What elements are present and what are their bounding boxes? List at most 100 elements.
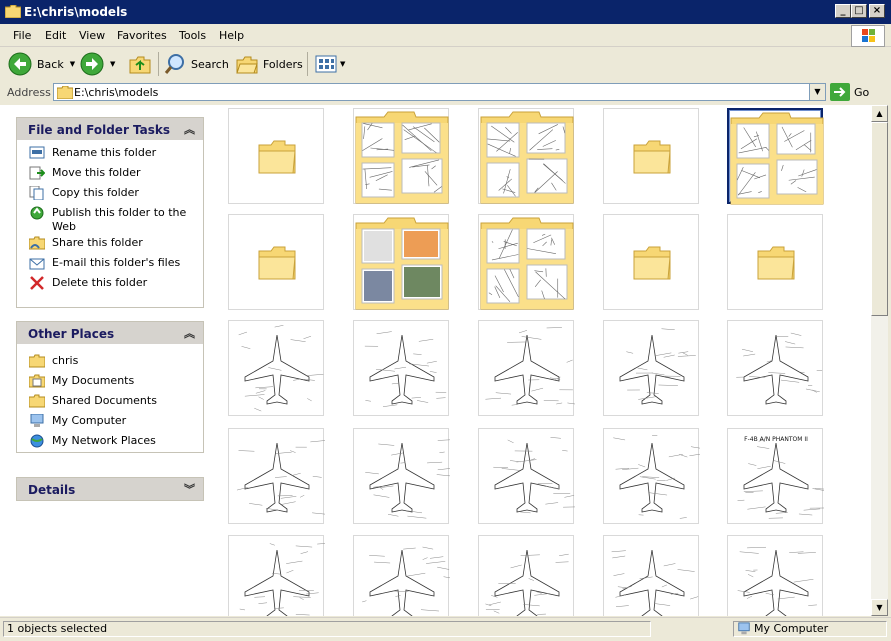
expand-icon[interactable]: ︾ [184, 481, 195, 497]
go-arrow-icon [830, 83, 850, 101]
address-input[interactable]: E:\chris\models ▼ [53, 83, 826, 101]
back-label: Back [37, 58, 64, 71]
technical-drawing-icon [354, 429, 450, 525]
details-header[interactable]: Details ︾ [17, 478, 203, 500]
views-dropdown-icon[interactable]: ▼ [340, 60, 345, 68]
technical-drawing-icon [604, 536, 700, 616]
folder-thumbnail[interactable] [353, 108, 449, 204]
place-label: chris [52, 354, 78, 367]
back-button[interactable]: Back ▼ [8, 47, 75, 81]
drawing-thumbnail[interactable] [353, 428, 449, 524]
scroll-down-button[interactable]: ▼ [871, 599, 888, 616]
menu-edit[interactable]: Edit [45, 29, 66, 42]
drawing-thumbnail[interactable] [228, 320, 324, 416]
task-share-folder[interactable]: Share this folder [17, 236, 203, 256]
title-bar[interactable]: E:\chris\models _ □ × [0, 0, 891, 24]
technical-drawing-icon [229, 321, 325, 417]
task-email-files[interactable]: E-mail this folder's files [17, 256, 203, 276]
drawing-thumbnail[interactable]: F-4B A/N PHANTOM II [727, 428, 823, 524]
technical-drawing-icon [354, 536, 450, 616]
task-rename-folder[interactable]: Rename this folder [17, 146, 203, 166]
views-button[interactable]: ▼ [314, 47, 345, 81]
up-folder-button[interactable] [128, 47, 152, 81]
folder-thumbnail[interactable] [603, 108, 699, 204]
technical-drawing-icon [604, 429, 700, 525]
place-chris[interactable]: chris [17, 354, 203, 374]
folders-icon [235, 52, 259, 76]
minimize-button[interactable]: _ [835, 4, 851, 18]
thumbnail-grid: F-4B A/N PHANTOM II [215, 105, 871, 616]
drawing-thumbnail[interactable] [727, 535, 823, 616]
folder-thumbnail[interactable] [478, 214, 574, 310]
drawing-thumbnail[interactable] [603, 428, 699, 524]
folder-icon [29, 394, 45, 408]
my-documents-icon [29, 374, 45, 388]
place-network-places[interactable]: My Network Places [17, 434, 203, 454]
drawing-thumbnail[interactable] [603, 320, 699, 416]
drawing-thumbnail[interactable] [603, 535, 699, 616]
drawing-thumbnail[interactable] [478, 320, 574, 416]
folder-icon [229, 109, 325, 205]
drawing-thumbnail[interactable] [228, 535, 324, 616]
folder-thumbnail[interactable] [478, 108, 574, 204]
menu-favorites[interactable]: Favorites [117, 29, 167, 42]
drawing-thumbnail[interactable] [353, 320, 449, 416]
back-dropdown-icon[interactable]: ▼ [70, 60, 75, 68]
forward-arrow-icon [80, 52, 104, 76]
menu-bar: File Edit View Favorites Tools Help [0, 24, 891, 47]
task-label: Share this folder [52, 236, 143, 249]
place-shared-documents[interactable]: Shared Documents [17, 394, 203, 414]
task-delete-folder[interactable]: Delete this folder [17, 276, 203, 296]
drawing-thumbnail[interactable] [353, 535, 449, 616]
address-dropdown-button[interactable]: ▼ [809, 84, 825, 100]
task-label: Copy this folder [52, 186, 139, 199]
place-my-computer[interactable]: My Computer [17, 414, 203, 434]
folder-thumbnail[interactable] [228, 108, 324, 204]
drawing-thumbnail[interactable] [478, 535, 574, 616]
task-move-folder[interactable]: Move this folder [17, 166, 203, 186]
technical-drawing-icon [229, 429, 325, 525]
up-folder-icon [128, 52, 152, 76]
search-button[interactable]: Search [163, 47, 229, 81]
menu-view[interactable]: View [79, 29, 105, 42]
folder-thumbnail[interactable] [727, 108, 823, 204]
task-copy-folder[interactable]: Copy this folder [17, 186, 203, 206]
folder-thumbnail[interactable] [603, 214, 699, 310]
folder-thumbnail[interactable] [353, 214, 449, 310]
technical-drawing-icon [354, 321, 450, 417]
folder-thumbnail[interactable] [727, 214, 823, 310]
vertical-scrollbar[interactable]: ▲ ▼ [871, 105, 888, 616]
folder-thumbnail[interactable] [228, 214, 324, 310]
task-pane: File and Folder Tasks ︽ Rename this fold… [0, 105, 215, 616]
folder-preview-icon [729, 110, 825, 206]
folder-preview-icon [354, 215, 450, 311]
forward-dropdown-icon[interactable]: ▼ [110, 60, 115, 68]
collapse-icon[interactable]: ︽ [184, 121, 195, 137]
place-label: Shared Documents [52, 394, 157, 407]
menu-help[interactable]: Help [219, 29, 244, 42]
drawing-thumbnail[interactable] [727, 320, 823, 416]
other-places-header[interactable]: Other Places ︽ [17, 322, 203, 344]
menu-tools[interactable]: Tools [179, 29, 206, 42]
scroll-up-button[interactable]: ▲ [871, 105, 888, 122]
file-folder-tasks-header[interactable]: File and Folder Tasks ︽ [17, 118, 203, 140]
drawing-thumbnail[interactable] [478, 428, 574, 524]
technical-drawing-icon [229, 536, 325, 616]
drawing-thumbnail[interactable] [228, 428, 324, 524]
panel-title: Other Places [28, 327, 114, 341]
menu-file[interactable]: File [13, 29, 31, 42]
place-my-documents[interactable]: My Documents [17, 374, 203, 394]
forward-button[interactable]: ▼ [80, 47, 115, 81]
go-button[interactable]: Go [830, 83, 880, 101]
collapse-icon[interactable]: ︽ [184, 325, 195, 341]
close-button[interactable]: × [869, 4, 885, 18]
maximize-button[interactable]: □ [851, 4, 867, 18]
place-label: My Network Places [52, 434, 156, 447]
window-title: E:\chris\models [24, 5, 127, 19]
folders-button[interactable]: Folders [235, 47, 303, 81]
scroll-thumb[interactable] [871, 122, 888, 316]
technical-drawing-icon [604, 321, 700, 417]
share-icon [29, 236, 45, 250]
task-publish-web[interactable]: Publish this folder to the Web [17, 206, 203, 236]
file-folder-tasks-panel: File and Folder Tasks ︽ Rename this fold… [16, 117, 204, 308]
